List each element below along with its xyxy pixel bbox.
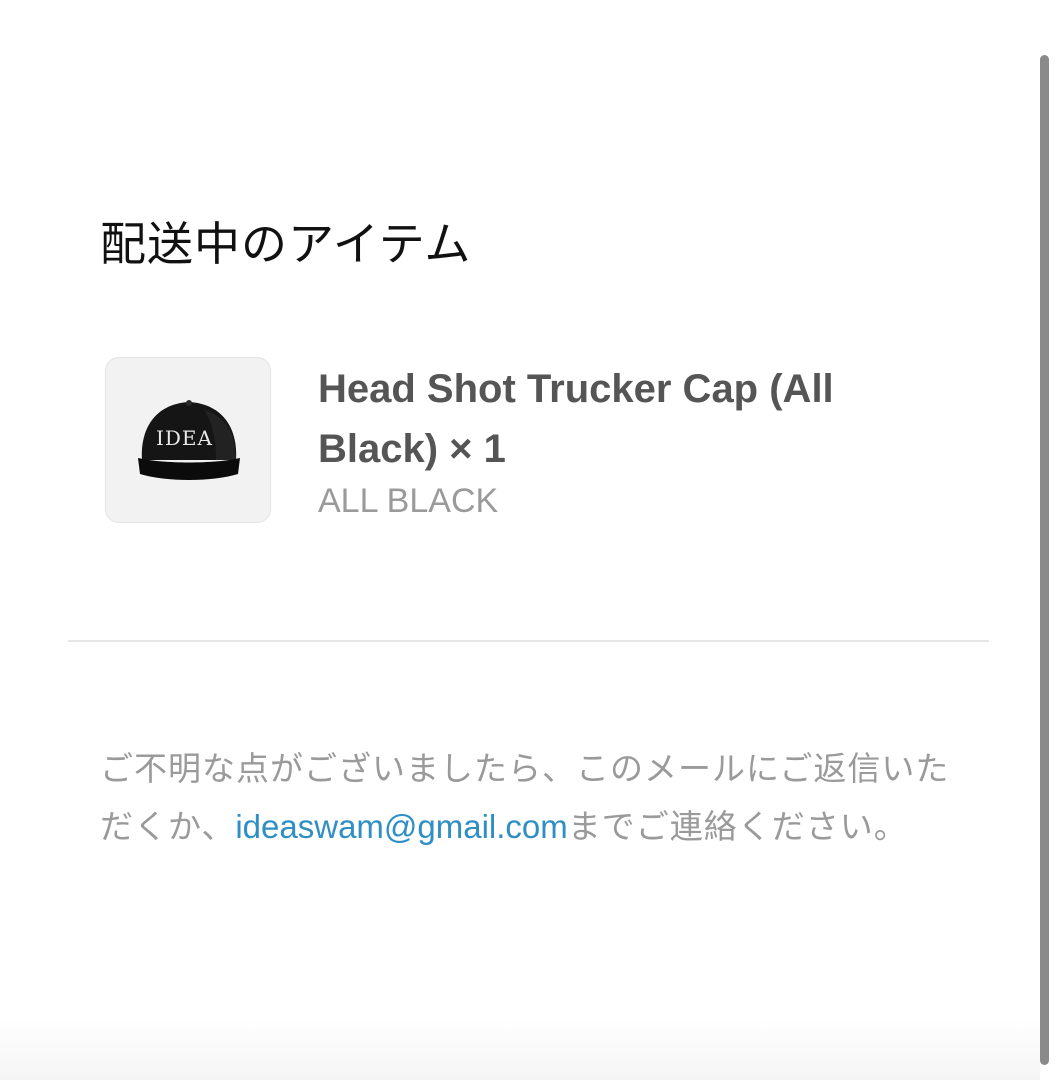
contact-message: ご不明な点がございましたら、このメールにご返信いただくか、ideaswam@gm…: [100, 740, 960, 856]
contact-text-after: までご連絡ください。: [567, 807, 908, 846]
cap-logo: IDEA: [156, 426, 213, 450]
product-thumbnail[interactable]: IDEA: [105, 357, 271, 523]
trucker-cap-icon: IDEA: [138, 400, 240, 480]
bottom-fade: [0, 1020, 1040, 1080]
section-title: 配送中のアイテム: [100, 217, 472, 271]
contact-email-link[interactable]: ideaswam@gmail.com: [235, 808, 567, 845]
item-variant: ALL BLACK: [318, 482, 499, 520]
scrollbar[interactable]: [1040, 55, 1049, 1065]
item-title[interactable]: Head Shot Trucker Cap (All Black) × 1: [318, 359, 918, 479]
divider: [68, 640, 989, 642]
line-item: IDEA Head Shot Trucker Cap (All Black) ×…: [105, 357, 985, 527]
email-page: 配送中のアイテム IDEA Head Shot Trucker Cap (All…: [0, 0, 1057, 1080]
